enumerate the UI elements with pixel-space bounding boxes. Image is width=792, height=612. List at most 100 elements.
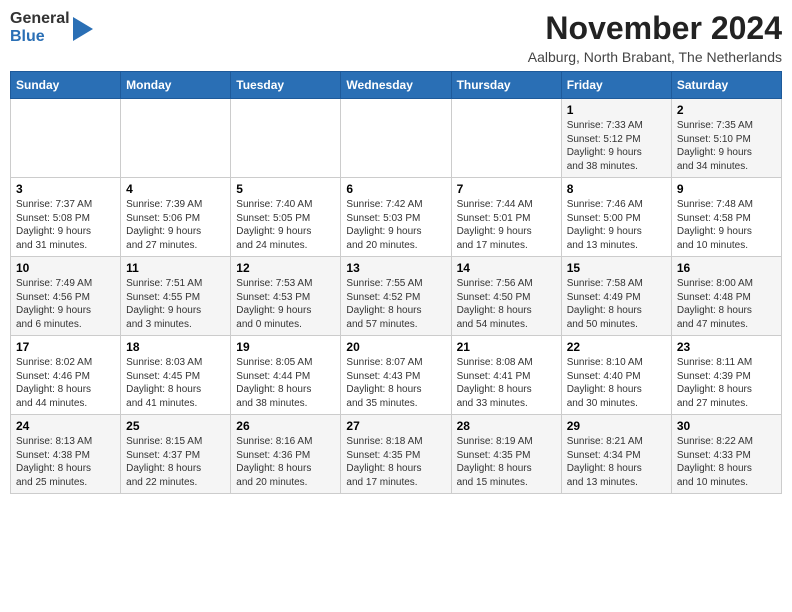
calendar-cell: 5 Sunrise: 7:40 AM Sunset: 5:05 PM Daylig… [231,178,341,257]
calendar-cell: 21Sunrise: 8:08 AM Sunset: 4:41 PM Dayli… [451,336,561,415]
day-number: 11 [126,261,225,275]
day-info: Sunrise: 7:35 AM Sunset: 5:10 PM Dayligh… [677,119,776,173]
day-info: Sunrise: 8:11 AM Sunset: 4:39 PM Dayligh… [677,356,776,410]
day-info: Sunrise: 7:46 AM Sunset: 5:00 PM Dayligh… [567,198,666,252]
calendar-row-0: 1 Sunrise: 7:33 AM Sunset: 5:12 PM Daylig… [11,99,782,178]
calendar-cell: 17Sunrise: 8:02 AM Sunset: 4:46 PM Dayli… [11,336,121,415]
location-subtitle: Aalburg, North Brabant, The Netherlands [528,49,782,65]
day-number: 22 [567,340,666,354]
day-number: 14 [457,261,556,275]
calendar-cell: 16Sunrise: 8:00 AM Sunset: 4:48 PM Dayli… [671,257,781,336]
day-number: 13 [346,261,445,275]
day-info: Sunrise: 7:42 AM Sunset: 5:03 PM Dayligh… [346,198,445,252]
day-number: 23 [677,340,776,354]
day-info: Sunrise: 8:22 AM Sunset: 4:33 PM Dayligh… [677,435,776,489]
day-number: 7 [457,182,556,196]
calendar-cell: 19 Sunrise: 8:05 AM Sunset: 4:44 PM Dayli… [231,336,341,415]
day-number: 2 [677,103,776,117]
day-number: 6 [346,182,445,196]
day-info: Sunrise: 8:15 AM Sunset: 4:37 PM Dayligh… [126,435,225,489]
calendar-cell: 14 Sunrise: 7:56 AM Sunset: 4:50 PM Dayli… [451,257,561,336]
day-number: 28 [457,419,556,433]
weekday-header-monday: Monday [121,72,231,99]
day-number: 10 [16,261,115,275]
day-info: Sunrise: 7:40 AM Sunset: 5:05 PM Dayligh… [236,198,335,252]
day-info: Sunrise: 7:48 AM Sunset: 4:58 PM Dayligh… [677,198,776,252]
calendar-cell: 7 Sunrise: 7:44 AM Sunset: 5:01 PM Daylig… [451,178,561,257]
calendar-row-1: 3Sunrise: 7:37 AM Sunset: 5:08 PM Daylig… [11,178,782,257]
day-info: Sunrise: 7:39 AM Sunset: 5:06 PM Dayligh… [126,198,225,252]
day-info: Sunrise: 8:16 AM Sunset: 4:36 PM Dayligh… [236,435,335,489]
logo-flag-icon [73,15,95,43]
calendar-row-2: 10 Sunrise: 7:49 AM Sunset: 4:56 PM Dayli… [11,257,782,336]
calendar-cell: 8 Sunrise: 7:46 AM Sunset: 5:00 PM Daylig… [561,178,671,257]
day-info: Sunrise: 8:02 AM Sunset: 4:46 PM Dayligh… [16,356,115,410]
day-info: Sunrise: 7:44 AM Sunset: 5:01 PM Dayligh… [457,198,556,252]
day-number: 16 [677,261,776,275]
calendar-cell: 11 Sunrise: 7:51 AM Sunset: 4:55 PM Dayli… [121,257,231,336]
calendar-cell [121,99,231,178]
day-info: Sunrise: 8:05 AM Sunset: 4:44 PM Dayligh… [236,356,335,410]
day-info: Sunrise: 7:53 AM Sunset: 4:53 PM Dayligh… [236,277,335,331]
calendar-cell: 22 Sunrise: 8:10 AM Sunset: 4:40 PM Dayli… [561,336,671,415]
day-number: 21 [457,340,556,354]
day-info: Sunrise: 8:13 AM Sunset: 4:38 PM Dayligh… [16,435,115,489]
day-info: Sunrise: 7:33 AM Sunset: 5:12 PM Dayligh… [567,119,666,173]
calendar-cell: 29 Sunrise: 8:21 AM Sunset: 4:34 PM Dayli… [561,415,671,494]
weekday-header-wednesday: Wednesday [341,72,451,99]
day-number: 1 [567,103,666,117]
calendar-cell: 28Sunrise: 8:19 AM Sunset: 4:35 PM Dayli… [451,415,561,494]
calendar-cell: 1 Sunrise: 7:33 AM Sunset: 5:12 PM Daylig… [561,99,671,178]
calendar-cell: 15 Sunrise: 7:58 AM Sunset: 4:49 PM Dayli… [561,257,671,336]
day-number: 5 [236,182,335,196]
calendar-cell [11,99,121,178]
calendar-cell [451,99,561,178]
calendar-cell: 3Sunrise: 7:37 AM Sunset: 5:08 PM Daylig… [11,178,121,257]
page-header: General Blue November 2024 Aalburg, Nort… [10,10,782,65]
weekday-header-row: SundayMondayTuesdayWednesdayThursdayFrid… [11,72,782,99]
calendar-cell: 26Sunrise: 8:16 AM Sunset: 4:36 PM Dayli… [231,415,341,494]
day-info: Sunrise: 7:55 AM Sunset: 4:52 PM Dayligh… [346,277,445,331]
day-info: Sunrise: 8:18 AM Sunset: 4:35 PM Dayligh… [346,435,445,489]
weekday-header-friday: Friday [561,72,671,99]
calendar-table: SundayMondayTuesdayWednesdayThursdayFrid… [10,71,782,494]
logo: General Blue [10,10,95,45]
calendar-cell [231,99,341,178]
title-area: November 2024 Aalburg, North Brabant, Th… [528,10,782,65]
day-info: Sunrise: 8:10 AM Sunset: 4:40 PM Dayligh… [567,356,666,410]
day-number: 4 [126,182,225,196]
calendar-cell: 4 Sunrise: 7:39 AM Sunset: 5:06 PM Daylig… [121,178,231,257]
calendar-cell: 10 Sunrise: 7:49 AM Sunset: 4:56 PM Dayli… [11,257,121,336]
day-number: 24 [16,419,115,433]
day-number: 30 [677,419,776,433]
calendar-cell: 13 Sunrise: 7:55 AM Sunset: 4:52 PM Dayli… [341,257,451,336]
day-number: 3 [16,182,115,196]
calendar-cell: 20 Sunrise: 8:07 AM Sunset: 4:43 PM Dayli… [341,336,451,415]
day-info: Sunrise: 8:07 AM Sunset: 4:43 PM Dayligh… [346,356,445,410]
calendar-cell: 6 Sunrise: 7:42 AM Sunset: 5:03 PM Daylig… [341,178,451,257]
day-number: 19 [236,340,335,354]
calendar-cell: 25Sunrise: 8:15 AM Sunset: 4:37 PM Dayli… [121,415,231,494]
calendar-row-4: 24 Sunrise: 8:13 AM Sunset: 4:38 PM Dayli… [11,415,782,494]
weekday-header-saturday: Saturday [671,72,781,99]
day-number: 27 [346,419,445,433]
day-info: Sunrise: 8:03 AM Sunset: 4:45 PM Dayligh… [126,356,225,410]
calendar-cell: 9Sunrise: 7:48 AM Sunset: 4:58 PM Daylig… [671,178,781,257]
month-title: November 2024 [528,10,782,47]
calendar-cell: 18Sunrise: 8:03 AM Sunset: 4:45 PM Dayli… [121,336,231,415]
weekday-header-tuesday: Tuesday [231,72,341,99]
weekday-header-sunday: Sunday [11,72,121,99]
day-info: Sunrise: 7:51 AM Sunset: 4:55 PM Dayligh… [126,277,225,331]
day-info: Sunrise: 7:56 AM Sunset: 4:50 PM Dayligh… [457,277,556,331]
logo-blue: Blue [10,28,70,46]
day-number: 8 [567,182,666,196]
day-info: Sunrise: 7:49 AM Sunset: 4:56 PM Dayligh… [16,277,115,331]
day-number: 12 [236,261,335,275]
calendar-cell: 12 Sunrise: 7:53 AM Sunset: 4:53 PM Dayli… [231,257,341,336]
weekday-header-thursday: Thursday [451,72,561,99]
day-number: 20 [346,340,445,354]
day-info: Sunrise: 7:58 AM Sunset: 4:49 PM Dayligh… [567,277,666,331]
day-number: 15 [567,261,666,275]
day-info: Sunrise: 8:21 AM Sunset: 4:34 PM Dayligh… [567,435,666,489]
day-number: 29 [567,419,666,433]
